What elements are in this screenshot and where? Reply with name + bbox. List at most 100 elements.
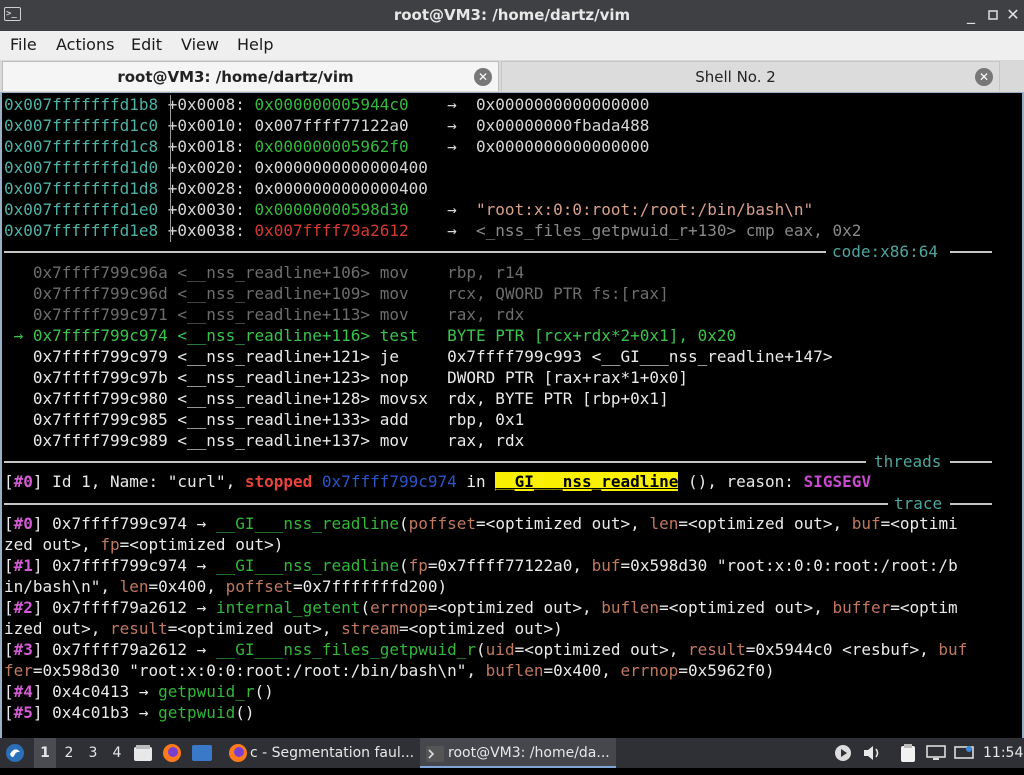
thread-function: __GI___nss_readline	[495, 472, 679, 491]
clipboard-icon[interactable]	[900, 738, 920, 768]
code-operands: rbp, r14	[447, 263, 525, 282]
stack-address: 0x007fffffffd1b8	[4, 95, 159, 114]
trace-param: errnop	[370, 598, 428, 617]
trace-param: poffset	[225, 577, 293, 596]
code-line: 0x7ffff799c96d <__nss_readline+109> mov …	[4, 284, 669, 305]
stack-deref: 0x00000000fbada488	[476, 116, 650, 135]
trace-text: =<optimized out>,	[659, 598, 833, 617]
code-opcode: mov	[379, 284, 438, 303]
trace-param: errnop	[620, 661, 679, 680]
stack-row: 0x007fffffffd1d8 +0x0028: 0x000000000000…	[4, 179, 428, 200]
window-title: root@VM3: /home/dartz/vim	[393, 6, 631, 24]
trace-text: ized out>,	[4, 619, 110, 638]
code-symbol: <__nss_readline+123>	[177, 368, 371, 387]
trace-function: __GI___nss_readline	[215, 556, 399, 575]
trace-line: [#5] 0x4c01b3 → getpwuid()	[4, 703, 254, 724]
menu-actions[interactable]: Actions	[56, 35, 114, 54]
trace-param: buf	[851, 514, 881, 533]
stack-value: 0x007ffff77122a0	[254, 116, 428, 135]
trace-text: =0x598d30 "root:x:0:0:root:/root:/b	[620, 556, 958, 575]
workspace-3[interactable]: 3	[82, 738, 104, 768]
stack-address: 0x007fffffffd1c0	[4, 116, 159, 135]
trace-function: __GI___nss_readline	[215, 514, 399, 533]
trace-text: (	[398, 556, 409, 575]
start-menu-icon[interactable]	[4, 738, 28, 768]
trace-line: [#1] 0x7ffff799c974 → __GI___nss_readlin…	[4, 556, 958, 577]
close-tab-icon[interactable]: ✕	[474, 68, 492, 86]
task-label: c - Segmentation faul...	[250, 745, 415, 761]
stack-offset: +0x0028:	[167, 179, 245, 198]
deref-arrow: →	[447, 116, 457, 135]
maximize-icon[interactable]	[984, 5, 1002, 25]
trace-text: ] 0x7ffff79a2612 →	[32, 640, 216, 659]
trace-text: [	[4, 598, 14, 617]
trace-text: =<optimized out>,	[167, 619, 342, 638]
clock[interactable]: 11:54	[983, 738, 1023, 768]
menu-view[interactable]: View	[181, 35, 219, 54]
menu-edit[interactable]: Edit	[131, 35, 162, 54]
code-opcode: movsx	[379, 389, 438, 408]
code-operands: rax, rdx	[447, 431, 525, 450]
workspace-4[interactable]: 4	[106, 738, 128, 768]
code-opcode: add	[379, 410, 438, 429]
file-manager-icon[interactable]	[134, 738, 156, 768]
trace-param: uid	[485, 640, 515, 659]
stack-offset: +0x0010:	[167, 116, 245, 135]
code-symbol: <__nss_readline+109>	[177, 284, 371, 303]
trace-text: =0x7fffffffd200)	[293, 577, 448, 596]
code-operands: 0x7ffff799c993 <__GI___nss_readline+147>	[447, 347, 833, 366]
thread-reason-label: (), reason:	[678, 472, 804, 491]
trace-function: __GI___nss_files_getpwuid_r	[215, 640, 477, 659]
menu-help[interactable]: Help	[237, 35, 273, 54]
pc-marker	[4, 305, 33, 324]
trace-text: ] 0x7ffff799c974 →	[32, 514, 216, 533]
tab-root-shell[interactable]: root@VM3: /home/dartz/vim ✕	[2, 61, 499, 91]
code-operands: rax, rdx	[447, 305, 525, 324]
frame-index: #4	[13, 682, 33, 701]
code-operands: DWORD PTR [rax+rax*1+0x0]	[447, 368, 688, 387]
trace-text: (	[398, 514, 409, 533]
firefox-icon[interactable]	[162, 738, 186, 768]
stack-offset: +0x0020:	[167, 158, 245, 177]
code-address: 0x7ffff799c974	[32, 326, 168, 345]
stack-address: 0x007fffffffd1e8	[4, 221, 159, 240]
minimize-icon[interactable]: _	[962, 5, 980, 25]
taskbar-task[interactable]: root@VM3: /home/da...	[420, 738, 616, 768]
thread-state: stopped	[244, 472, 313, 491]
volume-icon[interactable]	[862, 738, 886, 768]
thread-pc: 0x7ffff799c974	[321, 472, 457, 491]
media-icon[interactable]	[834, 738, 858, 768]
menu-file[interactable]: File	[10, 35, 37, 54]
taskbar-task[interactable]: c - Segmentation faul...	[222, 738, 418, 768]
close-tab-icon[interactable]: ✕	[975, 68, 993, 86]
deref-arrow: →	[447, 221, 457, 240]
trace-text: =0x400,	[543, 661, 621, 680]
tab-shell-2[interactable]: Shell No. 2 ✕	[501, 61, 1000, 91]
pc-marker	[4, 347, 33, 366]
workspace-1[interactable]: 1	[34, 738, 56, 768]
code-line: 0x7ffff799c989 <__nss_readline+137> mov …	[4, 431, 524, 452]
trace-section-label: trace	[894, 494, 943, 513]
code-symbol: <__nss_readline+128>	[177, 389, 371, 408]
network-icon[interactable]	[954, 738, 976, 768]
display-icon[interactable]	[926, 738, 948, 768]
trace-text: [	[4, 682, 14, 701]
trace-text: =<optim	[890, 598, 958, 617]
workspace-2[interactable]: 2	[58, 738, 80, 768]
desktop-icon[interactable]	[192, 738, 216, 768]
trace-text: (	[360, 598, 371, 617]
code-address: 0x7ffff799c96a	[32, 263, 168, 282]
terminal-view[interactable]: 0x007fffffffd1b8 +0x0008: 0x000000005944…	[0, 92, 1024, 738]
code-opcode: mov	[379, 431, 438, 450]
close-icon[interactable]: ✕	[1004, 5, 1022, 25]
trace-text: ()	[235, 703, 255, 722]
trace-param: len	[119, 577, 149, 596]
code-symbol: <__nss_readline+121>	[177, 347, 371, 366]
code-address: 0x7ffff799c985	[32, 410, 168, 429]
current-instruction: → 0x7ffff799c974 <__nss_readline+116> te…	[4, 326, 737, 347]
trace-line: [#0] 0x7ffff799c974 → __GI___nss_readlin…	[4, 514, 958, 535]
trace-param: buflen	[485, 661, 544, 680]
stack-address: 0x007fffffffd1d8	[4, 179, 159, 198]
menu-bar: File Actions Edit View Help	[0, 31, 1024, 61]
trace-text: =0x5944c0 <resbuf>,	[745, 640, 939, 659]
